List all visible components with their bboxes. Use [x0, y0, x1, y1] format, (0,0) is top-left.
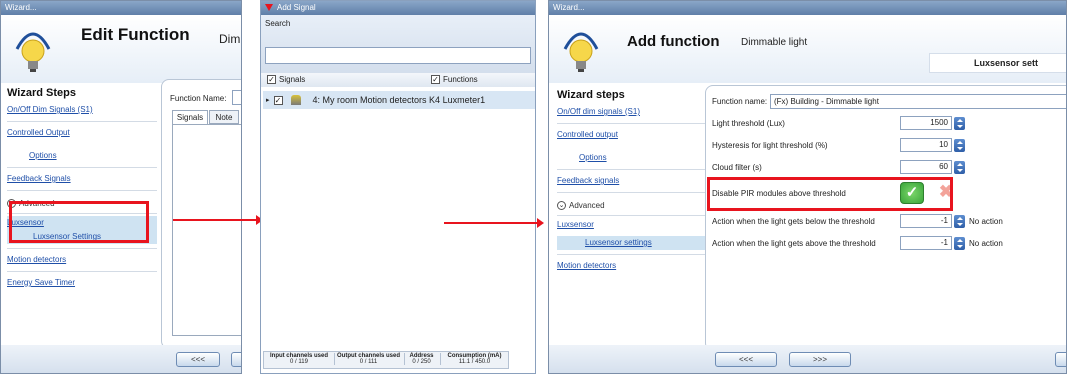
back-button[interactable]: <<< — [176, 352, 220, 367]
finish-button-partial[interactable] — [1055, 352, 1066, 367]
signals-checkbox[interactable]: ✓ — [267, 75, 276, 84]
signals-check-label: Signals — [279, 75, 306, 84]
wizard-steps-title: Wizard steps — [557, 89, 625, 101]
status-col: Output channels used 0 / 111 — [334, 353, 402, 365]
below-threshold-row: Action when the light gets below the thr… — [712, 212, 1066, 230]
window-icon — [265, 4, 273, 11]
search-input[interactable] — [265, 47, 531, 64]
add-function-window: Wizard... Add function Dimmable light Lu… — [548, 0, 1067, 374]
page-subtitle: Dimmable light — [741, 37, 808, 48]
wizard-steps: Wizard steps On/Off dim signals (S1) Con… — [557, 89, 707, 339]
status-col: Consumption (mA) 11.1 / 450.0 — [440, 353, 508, 365]
next-button[interactable]: >>> — [789, 352, 851, 367]
content-area: Function Name: Signals Note — [161, 79, 241, 349]
cloud-filter-label: Cloud filter (s) — [712, 162, 762, 172]
above-threshold-action: No action — [969, 238, 1003, 248]
cloud-filter-input[interactable]: 60 — [900, 160, 952, 174]
status-col: Input channels used 0 / 119 — [269, 353, 328, 365]
footer: <<< >>> — [549, 345, 1066, 373]
motion-sensor-icon — [290, 95, 301, 105]
page-title: Edit Function — [81, 25, 190, 44]
step-energy-save-timer[interactable]: Energy Save Timer — [7, 276, 157, 290]
highlight-box — [9, 201, 149, 243]
signal-row[interactable]: ▸ ✓ 4: My room Motion detectors K4 Luxme… — [263, 91, 535, 109]
footer: <<< — [1, 345, 241, 373]
window-title: Wizard... — [549, 1, 1066, 15]
function-name-input[interactable] — [232, 90, 241, 105]
step-feedback[interactable]: Feedback Signals — [7, 172, 157, 186]
step-luxsensor-settings[interactable]: Luxsensor settings — [557, 236, 707, 250]
spin-icon[interactable] — [954, 236, 965, 250]
next-button-partial[interactable] — [231, 352, 241, 367]
page-title: Add function — [627, 33, 720, 50]
edit-function-window: Wizard... Edit Function Dim Wizard Steps… — [0, 0, 242, 374]
tab-note[interactable]: Note — [209, 110, 239, 124]
signals-list — [172, 124, 241, 336]
step-onoff[interactable]: On/Off dim signals (S1) — [557, 105, 707, 119]
step-motion-detectors[interactable]: Motion detectors — [557, 259, 707, 273]
below-threshold-label: Action when the light gets below the thr… — [712, 216, 875, 226]
functions-check-label: Functions — [443, 75, 478, 84]
function-name-input[interactable]: (Fx) Building - Dimmable light — [770, 93, 1066, 109]
step-options[interactable]: Options — [7, 149, 157, 163]
signal-checkbox[interactable]: ✓ — [273, 95, 283, 105]
step-luxsensor[interactable]: Luxsensor — [557, 218, 707, 232]
spin-icon[interactable] — [954, 116, 965, 130]
status-col: Address 0 / 250 — [404, 353, 438, 365]
search-label: Search — [265, 19, 291, 28]
step-onoff[interactable]: On/Off Dim Signals (S1) — [7, 103, 157, 117]
spin-icon[interactable] — [954, 214, 965, 228]
window-title: Add Signal — [261, 1, 535, 15]
back-button[interactable]: <<< — [715, 352, 777, 367]
light-threshold-row: Light threshold (Lux) 1500 — [712, 114, 1066, 132]
above-threshold-row: Action when the light gets above the thr… — [712, 234, 1066, 252]
advanced-toggle[interactable]: ⌄ Advanced — [557, 197, 707, 213]
below-threshold-action: No action — [969, 216, 1003, 226]
expand-icon[interactable]: ▸ — [266, 96, 270, 104]
light-threshold-input[interactable]: 1500 — [900, 116, 952, 130]
highlight-box — [707, 177, 953, 211]
flow-arrow — [444, 218, 544, 228]
add-signal-window: Add Signal Search ✓ Signals ✓ Functions … — [260, 0, 536, 374]
flow-arrow — [173, 215, 263, 225]
header: Edit Function Dim — [1, 15, 241, 83]
settings-tab: Luxsensor sett — [929, 53, 1066, 73]
step-controlled-output[interactable]: Controlled output — [557, 128, 707, 142]
settings-panel: Function name: (Fx) Building - Dimmable … — [705, 85, 1066, 351]
above-threshold-input[interactable]: -1 — [900, 236, 952, 250]
function-name-row: Function name: (Fx) Building - Dimmable … — [712, 92, 1066, 110]
chevron-down-icon: ⌄ — [557, 200, 566, 210]
page-subtitle: Dim — [219, 32, 241, 46]
function-name-label: Function name: — [712, 96, 768, 106]
function-name-label: Function Name: — [170, 94, 227, 103]
wizard-steps-title: Wizard Steps — [7, 87, 76, 99]
hysteresis-row: Hysteresis for light threshold (%) 10 — [712, 136, 1066, 154]
window-title: Wizard... — [1, 1, 241, 15]
functions-checkbox[interactable]: ✓ — [431, 75, 440, 84]
below-threshold-input[interactable]: -1 — [900, 214, 952, 228]
signal-row-label: 4: My room Motion detectors K4 Luxmeter1 — [312, 95, 486, 105]
filter-bar: ✓ Signals ✓ Functions — [261, 73, 535, 87]
status-bar: Input channels used 0 / 119 Output channe… — [263, 351, 509, 369]
spin-icon[interactable] — [954, 138, 965, 152]
step-controlled-output[interactable]: Controlled Output — [7, 126, 157, 140]
hysteresis-label: Hysteresis for light threshold (%) — [712, 140, 828, 150]
step-feedback[interactable]: Feedback signals — [557, 174, 707, 188]
hysteresis-input[interactable]: 10 — [900, 138, 952, 152]
step-options[interactable]: Options — [557, 151, 707, 165]
tab-signals[interactable]: Signals — [172, 110, 208, 124]
spin-icon[interactable] — [954, 160, 965, 174]
above-threshold-label: Action when the light gets above the thr… — [712, 238, 876, 248]
step-motion-detectors[interactable]: Motion detectors — [7, 253, 157, 267]
light-bulb-icon — [15, 32, 51, 72]
light-threshold-label: Light threshold (Lux) — [712, 118, 785, 128]
light-bulb-icon — [563, 32, 599, 72]
cloud-filter-row: Cloud filter (s) 60 — [712, 158, 1066, 176]
search-section: Search — [261, 15, 535, 75]
